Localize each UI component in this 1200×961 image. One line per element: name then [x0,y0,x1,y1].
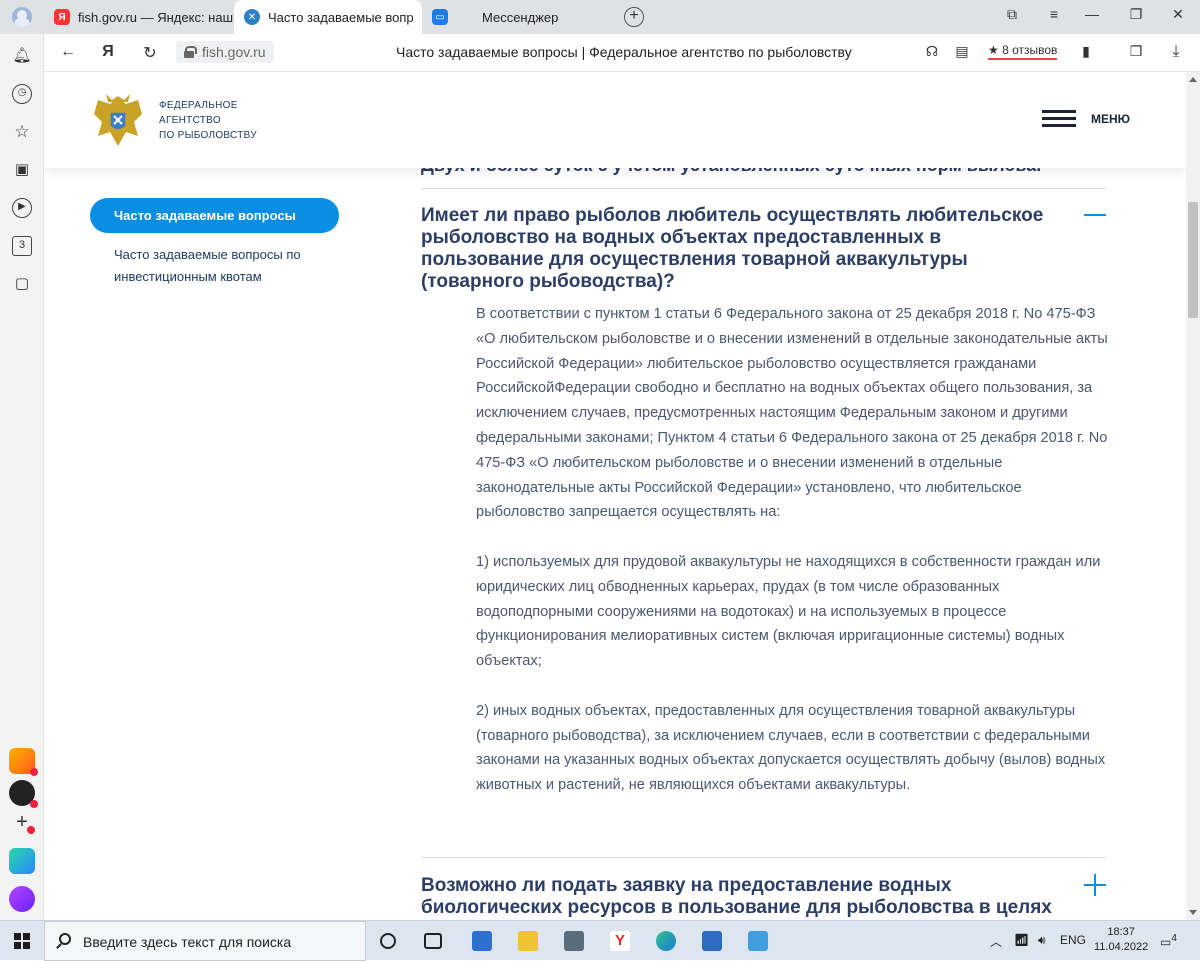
yandex-home-icon[interactable]: Я [98,43,118,61]
answer-paragraph: 2) иных водных объектах, предоставленных… [476,702,1106,794]
faq-question-title[interactable]: Возможно ли подать заявку на предоставле… [421,875,1061,920]
notifications-bell-icon[interactable]: 🔔︎ [12,46,32,66]
windows-start-icon[interactable] [14,933,30,949]
action-center-icon[interactable]: ▭4 [1160,933,1177,949]
page-scrollbar[interactable] [1186,72,1200,920]
tabs-collections-icon[interactable]: ▣ [12,160,32,180]
edge-icon[interactable] [656,931,676,951]
collections-icon[interactable]: ❐ [1126,43,1146,60]
hamburger-menu-icon[interactable] [1042,110,1076,128]
search-placeholder: Введите здесь текст для поиска [83,934,292,950]
tab-faq[interactable]: ✕ Часто задаваемые вопр [234,0,422,34]
reader-mode-icon[interactable]: ▤ [952,43,972,60]
fishgov-icon: ✕ [244,9,260,25]
history-clock-icon[interactable]: ◷ [12,84,32,104]
system-clock[interactable]: 18:37 11.04.2022 [1094,925,1148,955]
notification-dot [30,800,38,808]
search-icon [59,933,71,945]
page-title-display: Часто задаваемые вопросы | Федеральное а… [396,44,852,60]
yandex-browser-icon[interactable]: Y [610,931,630,951]
org-name[interactable]: ФЕДЕРАЛЬНОЕ АГЕНТСТВО ПО РЫБОЛОВСТВУ [159,98,257,143]
scrollbar-thumb[interactable] [1188,202,1198,318]
site-header: ФЕДЕРАЛЬНОЕ АГЕНТСТВО ПО РЫБОЛОВСТВУ МЕН… [44,72,1186,168]
browser-tab-strip: Я fish.gov.ru — Яндекс: наш ✕ Часто зада… [0,0,1200,34]
messenger-app-icon[interactable] [9,848,35,874]
web-page: ФЕДЕРАЛЬНОЕ АГЕНТСТВО ПО РЫБОЛОВСТВУ МЕН… [44,72,1186,920]
tab-yandex-search[interactable]: Я fish.gov.ru — Яндекс: наш [44,0,234,34]
screenshot-icon[interactable]: ▢ [12,274,32,294]
store-icon[interactable] [472,931,492,951]
alice-assistant-icon[interactable] [9,886,35,912]
answer-paragraph: В соответствии с пунктом 1 статьи 6 Феде… [476,306,1108,521]
tray-chevron-icon[interactable]: ︿ [990,933,1002,950]
reviews-badge[interactable]: ★ 8 отзывов [988,43,1058,60]
expand-plus-icon[interactable] [1084,874,1106,896]
bookmark-icon[interactable]: ▮ [1076,43,1096,60]
browser-menu-icon[interactable]: ≡ [1042,6,1066,22]
headphones-icon[interactable]: ☊ [922,43,942,60]
language-indicator[interactable]: ENG [1060,933,1086,947]
taskbar-search-box[interactable]: Введите здесь текст для поиска [44,921,366,961]
cortana-icon[interactable] [380,933,396,949]
music-app-icon[interactable] [9,780,38,808]
url-field[interactable]: fish.gov.ru [176,41,274,63]
minimize-icon[interactable]: — [1080,6,1104,22]
counter-3-icon[interactable]: 3 [12,236,32,256]
wifi-icon[interactable]: 📶︎ [1014,933,1029,947]
favorites-star-icon[interactable]: ☆ [12,122,32,142]
sidenav-item-faq[interactable]: Часто задаваемые вопросы [90,198,339,233]
notification-dot [30,768,38,776]
collapse-minus-icon[interactable] [1084,204,1106,226]
add-app-icon[interactable]: + [12,812,35,834]
tab-title: fish.gov.ru — Яндекс: наш [78,9,234,25]
mail-app-icon[interactable] [9,748,38,776]
scroll-up-icon[interactable] [1189,77,1197,82]
tab-messenger[interactable]: ▭ Мессенджер [422,0,612,34]
file-explorer-icon[interactable] [518,931,538,951]
messenger-icon: ▭ [432,9,448,25]
browser-sidebar: 🔔︎ ◷ ☆ ▣ ▶ 3 ▢ + [0,34,44,920]
menu-button[interactable]: МЕНЮ [1091,112,1130,126]
faq-divider [421,188,1106,189]
lock-icon [184,46,197,58]
faq-question-title[interactable]: Имеет ли право рыболов любитель осуществ… [421,205,1061,293]
volume-icon[interactable]: 🔊︎ [1038,933,1046,948]
play-video-icon[interactable]: ▶ [12,198,32,218]
address-bar-row: ← Я ↻ fish.gov.ru Часто задаваемые вопро… [0,34,1200,72]
profile-avatar-icon[interactable] [12,7,32,27]
reload-icon[interactable]: ↻ [140,43,160,63]
url-text: fish.gov.ru [202,44,266,60]
downloads-icon[interactable]: ⤓ [1166,43,1186,61]
tab-manager-icon[interactable]: ⧉ [1000,6,1024,23]
close-window-icon[interactable]: ✕ [1166,6,1190,23]
restore-icon[interactable]: ❐ [1124,6,1148,23]
sidenav-item-investment-quotas[interactable]: Часто задаваемые вопросы по инвестиционн… [114,244,334,288]
back-arrow-icon[interactable]: ← [58,43,78,61]
photos-icon[interactable] [748,931,768,951]
faq-answer: В соответствии с пунктом 1 статьи 6 Феде… [476,302,1108,823]
calculator-icon[interactable] [564,931,584,951]
windows-taskbar: Введите здесь текст для поиска Y ︿ 📶︎ 🔊︎… [0,920,1200,961]
faq-divider [421,857,1106,858]
yandex-icon: Я [54,9,70,25]
tab-title: Часто задаваемые вопр [268,9,414,25]
notification-dot [27,826,35,834]
scroll-down-icon[interactable] [1189,910,1197,915]
answer-paragraph: 1) используемых для прудовой аквакультур… [476,553,1101,670]
new-tab-button[interactable]: + [624,7,644,27]
coat-of-arms-logo[interactable] [90,92,146,152]
task-view-icon[interactable] [424,933,442,949]
tab-title: Мессенджер [482,9,559,25]
installer-icon[interactable] [702,931,722,951]
